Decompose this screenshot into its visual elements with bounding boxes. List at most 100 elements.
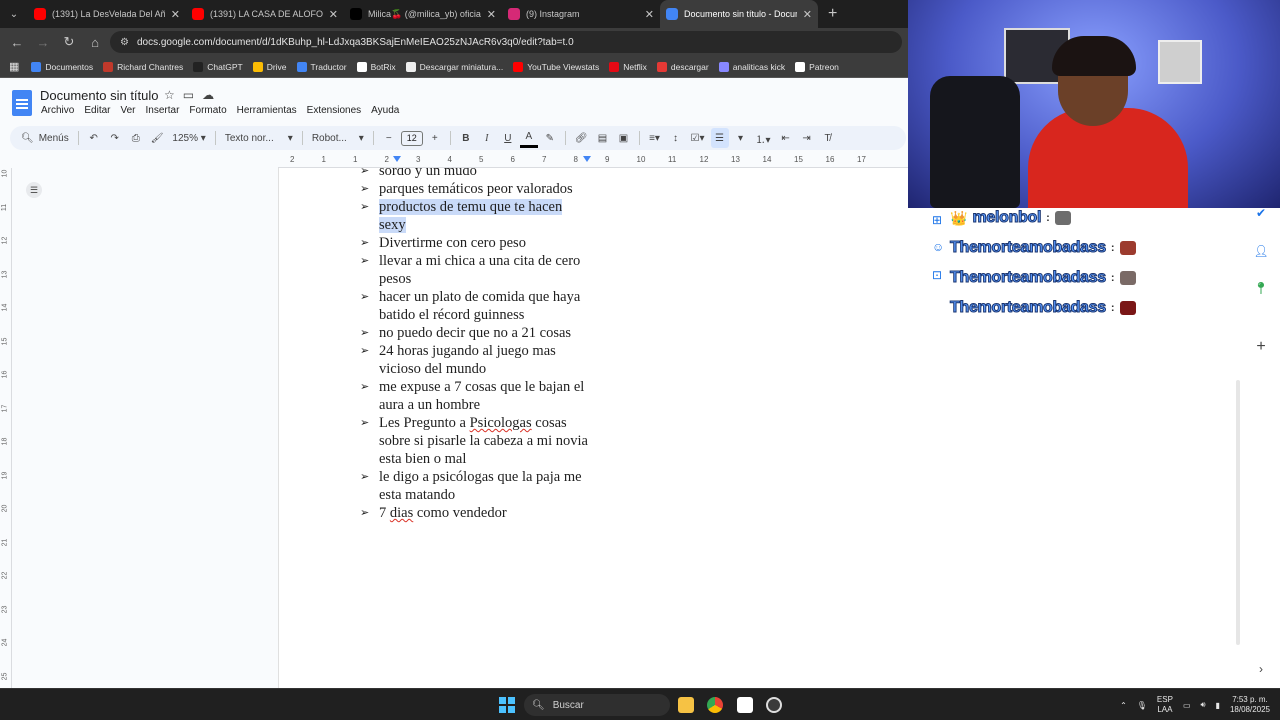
menu-item[interactable]: Ver <box>115 105 140 116</box>
insert-link-button[interactable]: 🔗︎ <box>572 128 591 148</box>
list-item[interactable]: ➢ Les Pregunto a Psicologas cosas sobre s… <box>360 414 589 468</box>
tasks-icon[interactable]: ✔ <box>1254 206 1268 220</box>
chat-username[interactable]: Themorteamobadass <box>950 239 1107 257</box>
move-folder-icon[interactable]: ▭ <box>183 88 194 102</box>
chat-add-icon[interactable]: ⊞ <box>932 213 946 227</box>
spelling-error-word[interactable]: dias <box>390 505 413 521</box>
star-icon[interactable]: ☆ <box>164 88 175 102</box>
list-item[interactable]: ➢ productos de temu que te hacen sexy <box>360 198 589 234</box>
input-language[interactable]: ESP LAA <box>1157 695 1173 715</box>
menu-item[interactable]: Editar <box>79 105 115 116</box>
reload-button[interactable]: ↻ <box>58 31 80 53</box>
underline-button[interactable]: U <box>499 128 517 148</box>
list-item[interactable]: ➢ sordo y un mudo <box>360 168 589 180</box>
spelling-error-word[interactable]: Psicologas <box>470 415 532 431</box>
address-bar[interactable]: ⚙ docs.google.com/document/d/1dKBuhp_hl-… <box>110 31 902 53</box>
bookmark-item[interactable]: descargar <box>652 61 714 72</box>
bulleted-list-dropdown[interactable]: ▾ <box>732 128 750 148</box>
bookmark-item[interactable]: Drive <box>248 61 292 72</box>
show-hidden-icons-icon[interactable]: ⌃ <box>1120 701 1127 710</box>
battery-icon[interactable]: ▮ <box>1216 701 1220 710</box>
contacts-icon[interactable]: 👤︎ <box>1253 244 1268 258</box>
apps-grid-icon[interactable]: ▦ <box>4 60 24 73</box>
browser-tab[interactable]: Documento sin título - Docume... ✕ <box>660 0 818 28</box>
obs-icon[interactable] <box>766 697 782 713</box>
bulleted-list-button[interactable]: ☰ <box>710 128 729 148</box>
volume-icon[interactable]: 🔊︎ <box>1201 700 1206 710</box>
start-button[interactable] <box>499 697 515 713</box>
decrease-indent-button[interactable]: ⇤ <box>777 128 795 148</box>
document-page[interactable]: ➢ sordo y un mudo ➢ parques temáticos peor … <box>278 168 940 688</box>
close-tab-icon[interactable]: ✕ <box>329 8 338 21</box>
right-indent-marker[interactable] <box>583 156 591 162</box>
add-comment-button[interactable]: ▤ <box>594 128 612 148</box>
close-tab-icon[interactable]: ✕ <box>487 8 496 21</box>
bookmark-item[interactable]: Documentos <box>26 61 98 72</box>
maps-icon[interactable]: 📍︎ <box>1253 281 1268 295</box>
new-tab-button[interactable]: + <box>818 5 847 23</box>
increase-font-size-button[interactable]: + <box>426 128 444 148</box>
list-item[interactable]: ➢ le digo a psicólogas que la paja me est… <box>360 468 589 504</box>
menu-item[interactable]: Herramientas <box>232 105 302 116</box>
document-title[interactable]: Documento sin título <box>40 88 159 103</box>
bookmark-item[interactable]: YouTube Viewstats <box>508 61 604 72</box>
bookmark-item[interactable]: Traductor <box>292 61 352 72</box>
horizontal-ruler[interactable]: 2 1 1 2 3 4 5 6 7 8 9 10 11 12 13 14 15 16 17 <box>278 154 908 168</box>
increase-indent-button[interactable]: ⇥ <box>798 128 816 148</box>
bookmark-item[interactable]: analiticas kick <box>714 61 790 72</box>
docs-logo-icon[interactable] <box>12 90 32 116</box>
clock[interactable]: 7:53 p. m. 18/08/2025 <box>1230 695 1270 715</box>
bookmark-item[interactable]: Richard Chantres <box>98 61 188 72</box>
list-item[interactable]: ➢ 7 dias como vendedor <box>360 504 589 522</box>
browser-tab[interactable]: Milica🍒 (@milica_yb) oficial | ... ✕ <box>344 0 502 28</box>
close-tab-icon[interactable]: ✕ <box>645 8 654 21</box>
bold-button[interactable]: B <box>457 128 475 148</box>
chat-emoji-icon[interactable]: ☺ <box>932 240 946 254</box>
italic-button[interactable]: I <box>478 128 496 148</box>
chat-username[interactable]: melonbol <box>972 209 1042 227</box>
cloud-status-icon[interactable]: ☁ <box>202 88 214 102</box>
numbered-list-button[interactable]: ⒈▾ <box>753 128 774 148</box>
left-indent-marker[interactable] <box>393 156 401 162</box>
home-button[interactable]: ⌂ <box>84 31 106 53</box>
checklist-button[interactable]: ☑▾ <box>688 128 708 148</box>
browser-tab[interactable]: (1391) La DesVelada Del Año | ... ✕ <box>28 0 186 28</box>
chat-image-icon[interactable]: ⊡ <box>932 268 946 282</box>
bookmark-item[interactable]: BotRix <box>352 61 401 72</box>
site-info-icon[interactable]: ⚙ <box>120 37 129 48</box>
forward-button[interactable]: → <box>32 31 54 53</box>
side-panel-scrollbar[interactable] <box>1236 380 1240 645</box>
clear-formatting-button[interactable]: T̸ <box>819 128 837 148</box>
font-select[interactable]: Robot... ▾ <box>309 128 367 148</box>
list-item[interactable]: ➢ Divertirme con cero peso <box>360 234 589 252</box>
bookmark-item[interactable]: ChatGPT <box>188 61 247 72</box>
browser-tab[interactable]: (9) Instagram ✕ <box>502 0 660 28</box>
collapse-panel-icon[interactable]: › <box>1254 662 1268 676</box>
close-tab-icon[interactable]: ✕ <box>171 8 180 21</box>
browser-tab[interactable]: (1391) LA CASA DE ALOFOKE D... ✕ <box>186 0 344 28</box>
zoom-select[interactable]: 125% ▾ <box>169 128 208 148</box>
bookmark-item[interactable]: Descargar miniatura... <box>401 61 509 72</box>
redo-button[interactable]: ↷ <box>106 128 124 148</box>
network-icon[interactable]: ▭ <box>1183 701 1191 710</box>
microphone-icon[interactable]: 🎙︎ <box>1137 701 1147 710</box>
menu-item[interactable]: Archivo <box>36 105 79 116</box>
undo-button[interactable]: ↶ <box>85 128 103 148</box>
search-menus-button[interactable]: 🔍︎ Menús <box>18 128 72 148</box>
list-item[interactable]: ➢ llevar a mi chica a una cita de cero pe… <box>360 252 589 288</box>
back-button[interactable]: ← <box>6 31 28 53</box>
menu-item[interactable]: Ayuda <box>366 105 404 116</box>
notepad-icon[interactable] <box>737 697 753 713</box>
bookmark-item[interactable]: Netflix <box>604 61 652 72</box>
close-tab-icon[interactable]: ✕ <box>803 8 812 21</box>
chrome-icon[interactable] <box>707 697 723 713</box>
tab-search-button[interactable]: ⌄ <box>0 0 28 28</box>
decrease-font-size-button[interactable]: − <box>380 128 398 148</box>
document-outline-icon[interactable]: ☰ <box>26 182 42 198</box>
align-button[interactable]: ≡▾ <box>646 128 664 148</box>
menu-item[interactable]: Insertar <box>141 105 185 116</box>
menu-item[interactable]: Formato <box>184 105 231 116</box>
add-addon-icon[interactable]: + <box>1254 338 1268 355</box>
list-item[interactable]: ➢ no puedo decir que no a 21 cosas <box>360 324 589 342</box>
highlight-color-button[interactable]: ✎ <box>541 128 559 148</box>
